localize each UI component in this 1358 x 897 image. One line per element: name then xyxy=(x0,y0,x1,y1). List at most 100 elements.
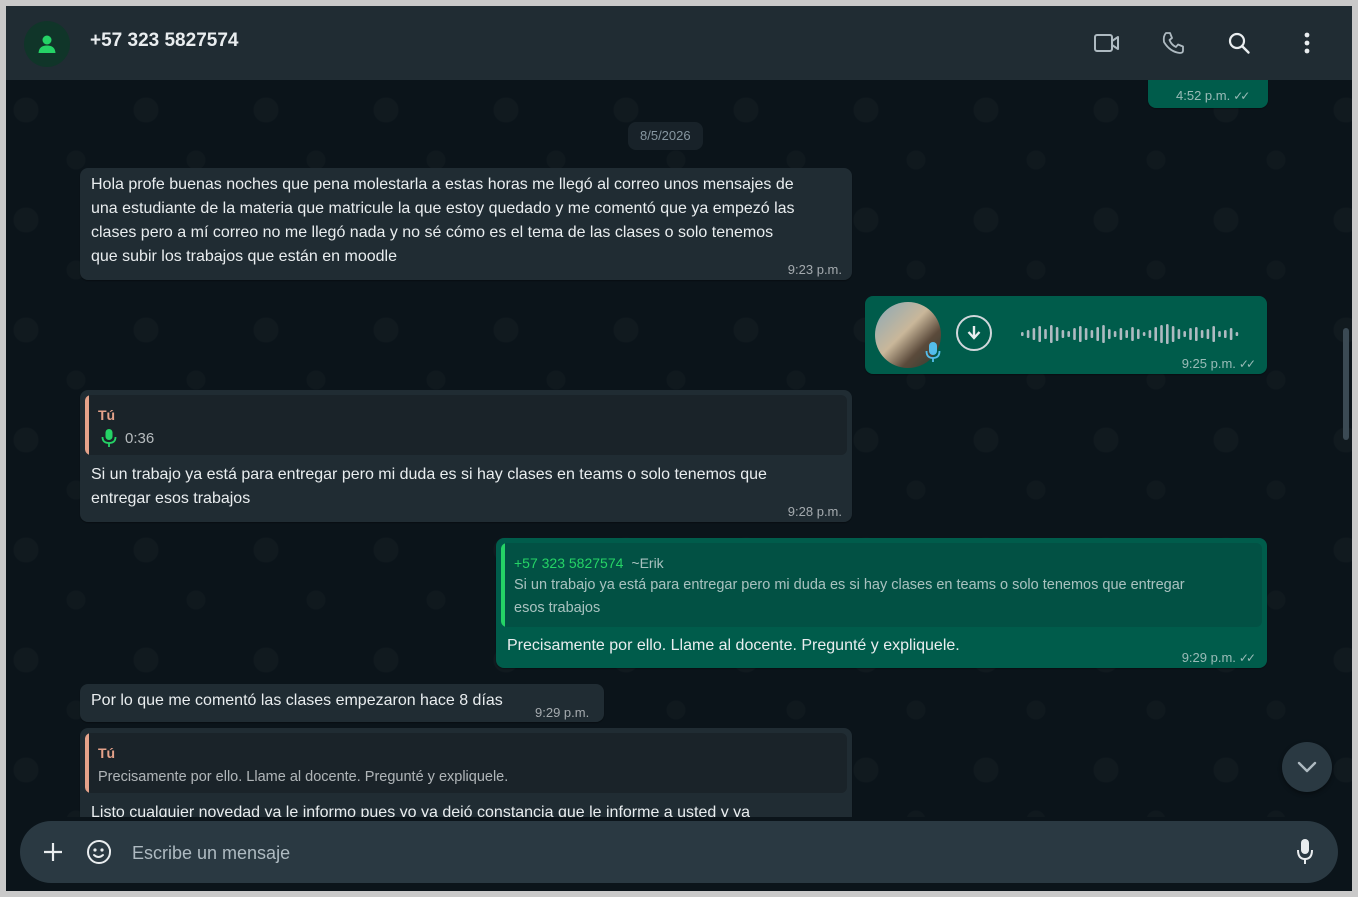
chevron-down-icon xyxy=(1297,761,1317,773)
message-line: Si un trabajo ya está para entregar pero… xyxy=(91,466,767,483)
voice-call-icon[interactable] xyxy=(1158,28,1188,58)
read-ticks-icon: ✓✓ xyxy=(1233,89,1250,103)
plus-icon xyxy=(44,843,62,861)
user-icon xyxy=(38,35,56,53)
quoted-message[interactable]: Tú 0:36 xyxy=(85,395,847,455)
waveform-bar xyxy=(1084,328,1088,340)
message-time: 9:28 p.m. xyxy=(787,504,842,519)
voice-message-bubble[interactable]: 9:25 p.m. ✓✓ xyxy=(865,296,1267,374)
attach-button[interactable] xyxy=(38,837,68,867)
quoted-message[interactable]: +57 323 5827574 ~Erik Si un trabajo ya es… xyxy=(501,543,1262,627)
waveform-bar xyxy=(1119,328,1123,340)
mic-icon xyxy=(101,429,117,447)
message-line: Hola profe buenas noches que pena molest… xyxy=(91,176,794,193)
scrollbar[interactable] xyxy=(1342,160,1350,817)
quoted-message[interactable]: Tú Precisamente por ello. Llame al docen… xyxy=(85,733,847,793)
composer-bar xyxy=(6,817,1352,891)
waveform-bar xyxy=(1044,329,1047,339)
quote-line: esos trabajos xyxy=(514,600,601,616)
waveform-bar xyxy=(1137,329,1140,339)
message-list[interactable]: Sí 4:52 p.m.✓✓ 8/5/2026 Hola profe buena… xyxy=(6,80,1352,817)
search-icon[interactable] xyxy=(1224,28,1254,58)
waveform-bar xyxy=(1142,332,1146,336)
mic-icon xyxy=(925,342,941,362)
waveform-bar xyxy=(1026,330,1030,338)
waveform-bar xyxy=(1113,331,1117,337)
message-text: Si un trabajo ya está para entregar pero… xyxy=(91,463,767,511)
waveform-bar xyxy=(1131,327,1134,341)
message-text: Sí xyxy=(1158,80,1173,86)
waveform-bar xyxy=(1102,325,1105,343)
waveform-bar xyxy=(1073,328,1076,340)
quote-text: Si un trabajo ya está para entregar pero… xyxy=(514,574,1185,620)
contact-name[interactable]: +57 323 5827574 xyxy=(90,30,238,52)
voice-record-button[interactable] xyxy=(1290,836,1320,868)
contact-avatar[interactable] xyxy=(24,21,70,67)
message-input[interactable] xyxy=(130,835,1274,871)
waveform-bar xyxy=(1108,329,1111,339)
waveform-bar xyxy=(1096,327,1099,341)
quote-author: Tú xyxy=(98,745,116,761)
waveform-bar xyxy=(1021,332,1024,336)
waveform-bar xyxy=(1183,331,1186,337)
waveform-bar xyxy=(1218,331,1221,337)
quote-author: Tú xyxy=(98,407,116,423)
waveform-bar xyxy=(1148,330,1152,338)
message-line: una estudiante de la materia que matricu… xyxy=(91,200,795,217)
voice-duration: 0:36 xyxy=(125,430,155,447)
waveform-bar xyxy=(1177,329,1181,339)
message-line: que subir los trabajos que están en mood… xyxy=(91,248,397,265)
message-bubble-in[interactable]: Tú Precisamente por ello. Llame al docen… xyxy=(80,728,852,817)
emoji-button[interactable] xyxy=(84,837,114,867)
waveform-bar xyxy=(1079,326,1082,342)
composer xyxy=(20,821,1338,883)
waveform[interactable] xyxy=(1021,322,1243,346)
waveform-bar xyxy=(1032,328,1036,340)
waveform-bar xyxy=(1090,330,1094,338)
whatsapp-window: +57 323 5827574 Sí 4:52 p.m.✓✓ 8/5/2026 … xyxy=(6,6,1352,891)
message-line: entregar esos trabajos xyxy=(91,490,251,507)
menu-icon[interactable] xyxy=(1292,28,1322,58)
chat-header: +57 323 5827574 xyxy=(6,6,1352,80)
waveform-bar xyxy=(1229,328,1233,340)
message-bubble-out[interactable]: +57 323 5827574 ~Erik Si un trabajo ya es… xyxy=(496,538,1267,668)
sticker-icon xyxy=(87,840,111,864)
message-time: 9:25 p.m. ✓✓ xyxy=(1181,356,1256,371)
download-icon xyxy=(967,326,981,340)
quote-bar xyxy=(501,543,505,627)
read-ticks-icon: ✓✓ xyxy=(1238,651,1256,665)
waveform-bar xyxy=(1189,328,1192,340)
waveform-bar xyxy=(1200,330,1204,338)
waveform-bar xyxy=(1125,330,1128,338)
waveform-bar xyxy=(1224,330,1227,338)
message-bubble-in[interactable]: Hola profe buenas noches que pena molest… xyxy=(80,168,852,280)
message-text: Listo cualquier novedad ya le informo pu… xyxy=(91,804,751,817)
quote-text: Precisamente por ello. Llame al docente.… xyxy=(98,769,509,785)
message-text: Hola profe buenas noches que pena molest… xyxy=(91,173,795,269)
message-time: 9:29 p.m. ✓✓ xyxy=(1181,650,1256,665)
waveform-bar xyxy=(1160,325,1163,343)
waveform-bar xyxy=(1171,326,1175,342)
scroll-to-bottom-button[interactable] xyxy=(1282,742,1332,792)
waveform-bar xyxy=(1195,327,1198,341)
waveform-bar xyxy=(1166,324,1169,344)
quote-bar xyxy=(85,395,89,455)
read-ticks-icon: ✓✓ xyxy=(1238,357,1256,371)
message-bubble-in[interactable]: Tú 0:36 Si un trabajo ya está para entre… xyxy=(80,390,852,522)
download-button[interactable] xyxy=(956,315,992,351)
waveform-bar xyxy=(1206,329,1210,339)
waveform-bar xyxy=(1061,330,1065,338)
message-line: clases pero a mí correo no me llegó nada… xyxy=(91,224,774,241)
message-bubble-in[interactable]: Por lo que me comentó las clases empezar… xyxy=(80,684,604,722)
waveform-bar xyxy=(1212,326,1215,342)
waveform-bar xyxy=(1154,327,1157,341)
message-bubble-out[interactable]: Sí 4:52 p.m.✓✓ xyxy=(1148,80,1268,108)
message-text: Por lo que me comentó las clases empezar… xyxy=(91,692,503,709)
message-time: 4:52 p.m. ✓✓ xyxy=(1176,88,1250,103)
scrollbar-thumb[interactable] xyxy=(1343,328,1349,440)
waveform-bar xyxy=(1055,327,1059,341)
waveform-bar xyxy=(1067,331,1070,337)
waveform-bar xyxy=(1050,325,1053,343)
mic-icon xyxy=(1297,839,1313,864)
video-call-icon[interactable] xyxy=(1092,28,1122,58)
